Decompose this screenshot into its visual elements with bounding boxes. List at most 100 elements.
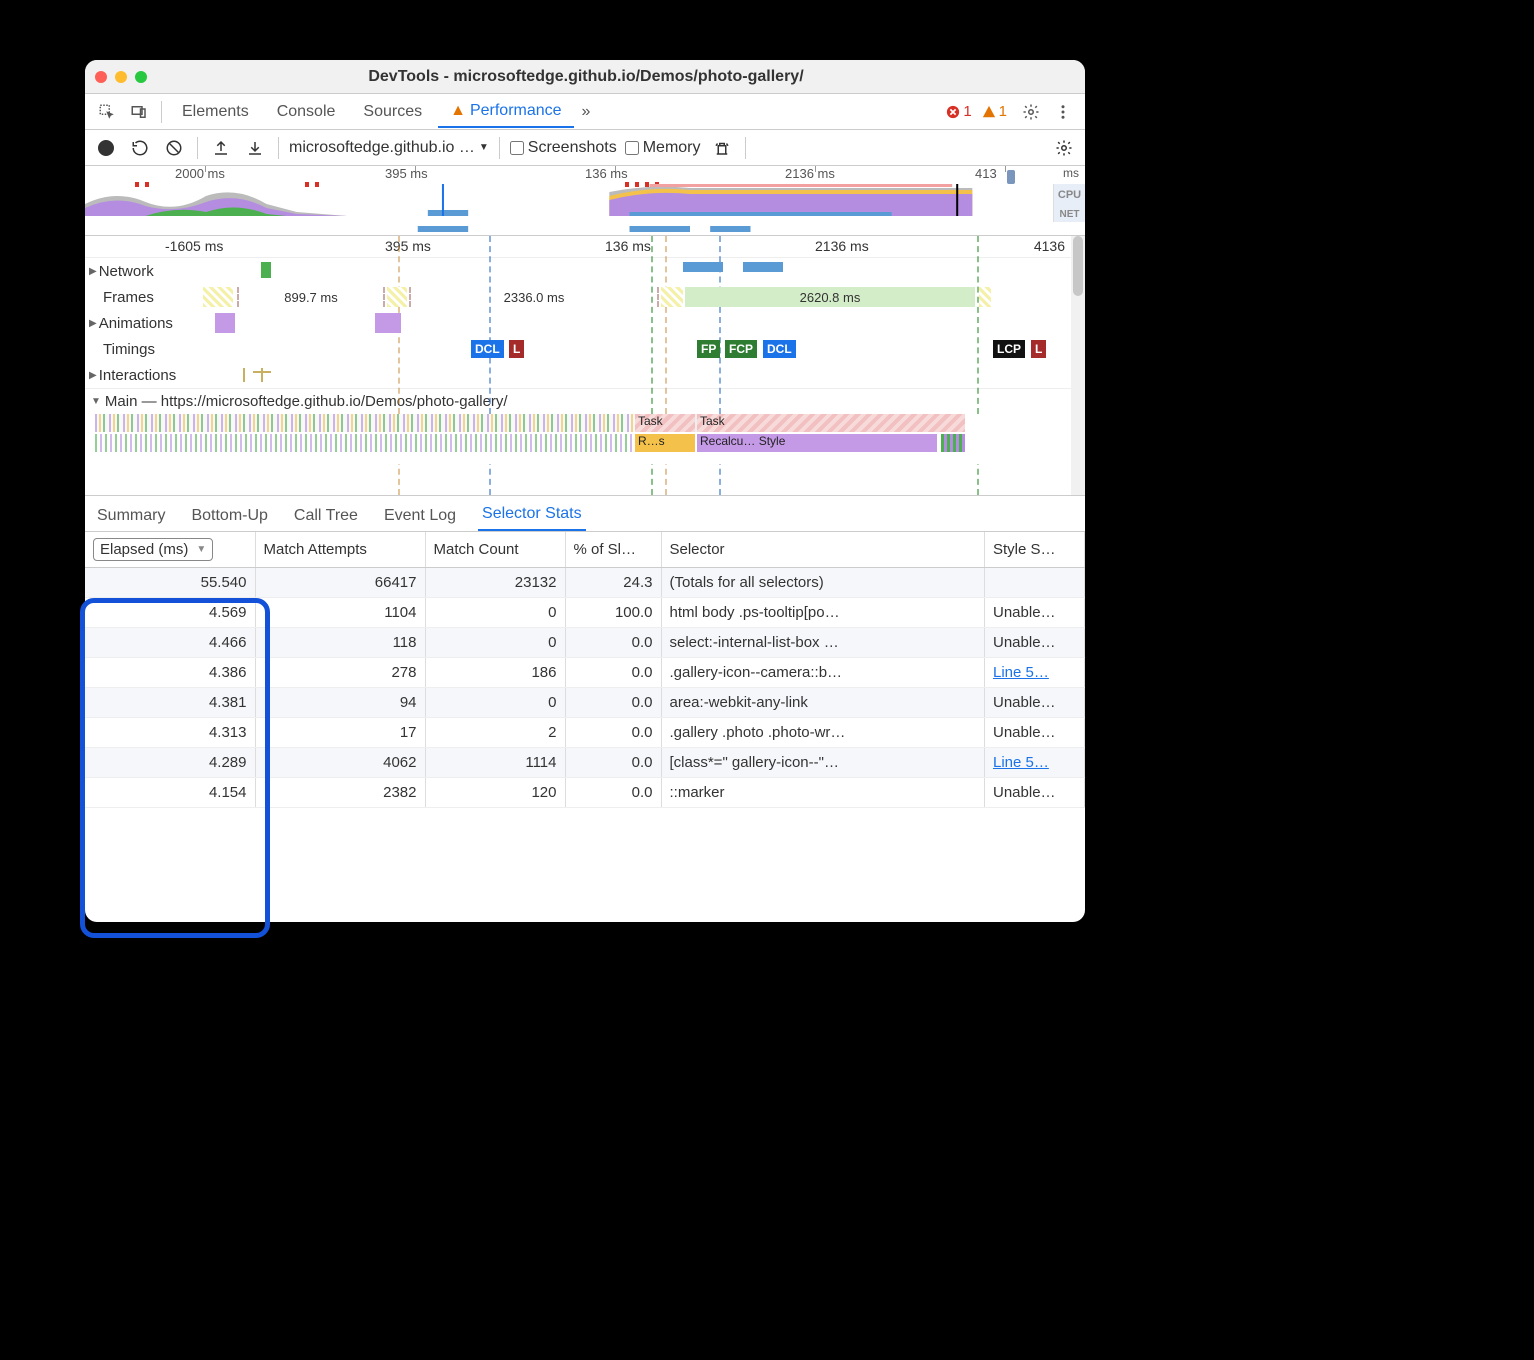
record-button[interactable] <box>93 135 119 161</box>
table-row[interactable]: 4.46611800.0select:-internal-list-box …U… <box>85 628 1085 658</box>
tab-summary[interactable]: Summary <box>93 501 169 531</box>
cell-count: 2 <box>425 718 565 748</box>
warning-count[interactable]: 1 <box>982 103 1007 120</box>
overview-net <box>85 223 1053 235</box>
col-match-count[interactable]: Match Count <box>425 532 565 568</box>
cell-selector: area:-webkit-any-link <box>661 688 985 718</box>
memory-checkbox[interactable]: Memory <box>625 139 701 157</box>
performance-toolbar: microsoftedge.github.io …▼ Screenshots M… <box>85 130 1085 166</box>
table-row[interactable]: 4.3862781860.0.gallery-icon--camera::b…L… <box>85 658 1085 688</box>
settings-icon[interactable] <box>1017 98 1045 126</box>
reload-record-button[interactable] <box>127 135 153 161</box>
cell-selector: .gallery-icon--camera::b… <box>661 658 985 688</box>
tab-bottom-up[interactable]: Bottom-Up <box>187 501 271 531</box>
cell-elapsed: 4.569 <box>85 598 255 628</box>
tab-console[interactable]: Console <box>265 97 348 127</box>
download-icon[interactable] <box>242 135 268 161</box>
clear-button[interactable] <box>161 135 187 161</box>
cell-attempts: 2382 <box>255 778 425 808</box>
cell-selector: html body .ps-tooltip[po… <box>661 598 985 628</box>
recalc-style-bar[interactable]: Recalcu… Style <box>697 434 937 452</box>
overview-ruler: 2000 ms 395 ms 136 ms 2136 ms 413 ms <box>85 166 1085 184</box>
cell-style: Unable… <box>985 688 1085 718</box>
separator <box>278 137 279 159</box>
table-row[interactable]: 4.3131720.0.gallery .photo .photo-wr…Una… <box>85 718 1085 748</box>
stylesheet-link[interactable]: Line 5… <box>993 664 1049 681</box>
main-thread-header[interactable]: ▼ Main — https://microsoftedge.github.io… <box>85 388 1085 414</box>
col-match-attempts[interactable]: Match Attempts <box>255 532 425 568</box>
track-network[interactable]: ▶Network <box>85 258 1085 284</box>
more-menu-icon[interactable] <box>1049 98 1077 126</box>
cell-count: 0 <box>425 598 565 628</box>
tab-performance[interactable]: ▲Performance <box>438 96 573 128</box>
profile-selector[interactable]: microsoftedge.github.io …▼ <box>289 139 489 157</box>
track-frames[interactable]: Frames 899.7 ms 2336.0 ms 2620.8 ms <box>85 284 1085 310</box>
overview-handle[interactable] <box>1007 170 1015 184</box>
flame-chart[interactable]: -1605 ms 395 ms 136 ms 2136 ms 4136 ▶Net… <box>85 236 1085 496</box>
tab-event-log[interactable]: Event Log <box>380 501 460 531</box>
window-title: DevTools - microsoftedge.github.io/Demos… <box>97 68 1075 86</box>
col-pct-slow[interactable]: % of Sl… <box>565 532 661 568</box>
cell-attempts: 66417 <box>255 568 425 598</box>
cell-style: Unable… <box>985 778 1085 808</box>
inspect-element-icon[interactable] <box>93 98 121 126</box>
task-bar[interactable]: Task <box>635 414 695 432</box>
cell-pct: 0.0 <box>565 778 661 808</box>
tab-sources[interactable]: Sources <box>351 97 434 127</box>
screenshots-checkbox[interactable]: Screenshots <box>510 139 617 157</box>
cell-style: Line 5… <box>985 748 1085 778</box>
cell-pct: 0.0 <box>565 658 661 688</box>
track-timings[interactable]: Timings DCL L FP FCP DCL LCP L <box>85 336 1085 362</box>
selector-stats-table-wrap: Elapsed (ms)▼ Match Attempts Match Count… <box>85 532 1085 922</box>
col-elapsed[interactable]: Elapsed (ms)▼ <box>85 532 255 568</box>
table-row[interactable]: 4.56911040100.0html body .ps-tooltip[po…… <box>85 598 1085 628</box>
task-bar[interactable]: Task <box>697 414 965 432</box>
table-header-row: Elapsed (ms)▼ Match Attempts Match Count… <box>85 532 1085 568</box>
divider <box>161 101 162 123</box>
table-row[interactable]: 4.15423821200.0::markerUnable… <box>85 778 1085 808</box>
cell-attempts: 17 <box>255 718 425 748</box>
flame-scrollbar[interactable] <box>1071 236 1085 495</box>
cell-pct: 100.0 <box>565 598 661 628</box>
cell-count: 0 <box>425 628 565 658</box>
cell-selector: .gallery .photo .photo-wr… <box>661 718 985 748</box>
tab-elements[interactable]: Elements <box>170 97 261 127</box>
table-row[interactable]: 4.3819400.0area:-webkit-any-linkUnable… <box>85 688 1085 718</box>
separator <box>197 137 198 159</box>
cell-count: 1114 <box>425 748 565 778</box>
cell-style: Line 5… <box>985 658 1085 688</box>
device-toolbar-icon[interactable] <box>125 98 153 126</box>
panel-tabstrip: Elements Console Sources ▲Performance » … <box>85 94 1085 130</box>
error-count[interactable]: 1 <box>946 103 971 120</box>
cell-elapsed: 4.289 <box>85 748 255 778</box>
garbage-collect-icon[interactable] <box>709 135 735 161</box>
table-row[interactable]: 4.289406211140.0[class*=" gallery-icon--… <box>85 748 1085 778</box>
cell-selector: ::marker <box>661 778 985 808</box>
recalc-bar[interactable]: R…s <box>635 434 695 452</box>
cell-style <box>985 568 1085 598</box>
table-row[interactable]: 55.540664172313224.3(Totals for all sele… <box>85 568 1085 598</box>
col-style-sheet[interactable]: Style S… <box>985 532 1085 568</box>
track-animations[interactable]: ▶Animations <box>85 310 1085 336</box>
cell-attempts: 1104 <box>255 598 425 628</box>
cell-attempts: 278 <box>255 658 425 688</box>
disclosure-icon[interactable]: ▼ <box>91 396 101 407</box>
disclosure-icon[interactable]: ▶ <box>89 266 97 277</box>
disclosure-icon[interactable]: ▶ <box>89 318 97 329</box>
capture-settings-icon[interactable] <box>1051 135 1077 161</box>
main-flame-bars[interactable]: Task Task R…s Recalcu… Style <box>85 414 1085 464</box>
track-interactions[interactable]: ▶Interactions <box>85 362 1085 388</box>
dropdown-icon: ▼ <box>479 142 489 153</box>
titlebar: DevTools - microsoftedge.github.io/Demos… <box>85 60 1085 94</box>
timeline-overview[interactable]: 2000 ms 395 ms 136 ms 2136 ms 413 ms <box>85 166 1085 236</box>
more-tabs-button[interactable]: » <box>578 97 595 127</box>
tab-call-tree[interactable]: Call Tree <box>290 501 362 531</box>
upload-icon[interactable] <box>208 135 234 161</box>
cell-attempts: 4062 <box>255 748 425 778</box>
disclosure-icon[interactable]: ▶ <box>89 370 97 381</box>
tab-selector-stats[interactable]: Selector Stats <box>478 499 586 531</box>
col-selector[interactable]: Selector <box>661 532 985 568</box>
cell-elapsed: 4.381 <box>85 688 255 718</box>
cell-style: Unable… <box>985 628 1085 658</box>
stylesheet-link[interactable]: Line 5… <box>993 754 1049 771</box>
